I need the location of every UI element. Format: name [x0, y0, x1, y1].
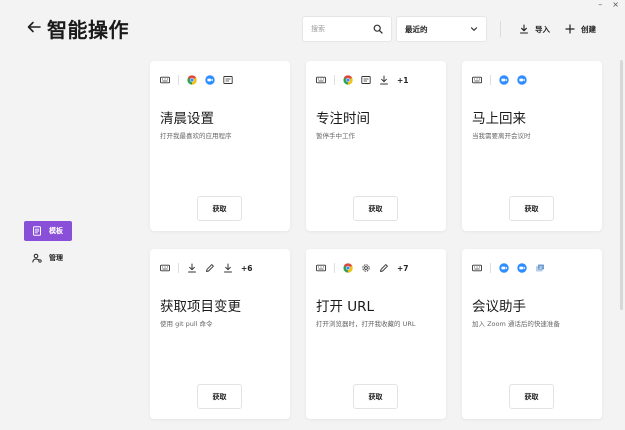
keyboard-icon [160, 76, 170, 84]
create-button[interactable]: 创建 [565, 21, 596, 37]
pencil-icon [380, 264, 388, 272]
sidebar-item-label: 管理 [49, 254, 63, 262]
template-card[interactable]: 清晨设置 打开我最喜欢的应用程序 获取 [150, 61, 290, 231]
chrome-icon [343, 75, 353, 85]
sort-selected-value: 最近的 [405, 24, 428, 34]
icon-separator [178, 263, 179, 273]
card-icon-row [472, 74, 527, 86]
import-label: 导入 [535, 24, 550, 34]
card-icon-row: +1 [316, 74, 409, 86]
icon-separator [490, 75, 491, 85]
page-title: 智能操作 [47, 18, 129, 42]
download-icon [224, 263, 232, 273]
card-title: 马上回来 [472, 111, 526, 127]
download-icon [519, 24, 529, 34]
card-icon-row: +6 [160, 262, 253, 274]
import-button[interactable]: 导入 [519, 21, 550, 37]
more-count: +7 [397, 263, 409, 273]
chrome-icon [343, 263, 353, 273]
template-card[interactable]: 马上回来 当我需要离开会议时 获取 [462, 61, 602, 231]
card-title: 打开 URL [316, 299, 375, 315]
keyboard-icon [316, 264, 326, 272]
sidebar-item-label: 模板 [49, 227, 63, 235]
template-card[interactable]: +7 打开 URL 打开浏览器时，打开我收藏的 URL 获取 [306, 249, 446, 419]
card-icon-row [472, 262, 545, 274]
sidebar-item-manage[interactable]: 管理 [24, 248, 72, 268]
get-button[interactable]: 获取 [197, 196, 242, 221]
sidebar-item-templates[interactable]: 模板 [24, 221, 72, 241]
get-button[interactable]: 获取 [509, 384, 554, 409]
chevron-down-icon [470, 27, 478, 31]
card-icon-row: +7 [316, 262, 409, 274]
window-icon [361, 76, 371, 84]
scrollbar[interactable] [620, 60, 623, 310]
card-description: 加入 Zoom 通话后的快速准备 [472, 320, 560, 328]
window-controls: – × [598, 0, 625, 10]
search-input[interactable] [311, 25, 371, 33]
template-card[interactable]: +1 专注时间 暂停手中工作 获取 [306, 61, 446, 231]
search-box[interactable] [302, 16, 392, 42]
get-button[interactable]: 获取 [509, 196, 554, 221]
keyboard-icon [472, 76, 482, 84]
sort-dropdown[interactable]: 最近的 [396, 16, 487, 42]
card-description: 暂停手中工作 [316, 132, 355, 140]
card-title: 获取项目变更 [160, 299, 241, 315]
app-window: – × 智能操作 最近的 导入 创建 [0, 0, 625, 430]
icon-separator [490, 263, 491, 273]
toolbar-divider [500, 21, 501, 37]
icon-separator [334, 75, 335, 85]
search-icon[interactable] [373, 24, 383, 34]
template-card[interactable]: +6 获取项目变更 使用 git pull 命令 获取 [150, 249, 290, 419]
zoom-icon [499, 75, 509, 85]
zoom-icon [517, 263, 527, 273]
card-title: 会议助手 [472, 299, 526, 315]
minimize-button[interactable]: – [598, 0, 602, 10]
pencil-icon [206, 264, 214, 272]
card-title: 专注时间 [316, 111, 370, 127]
get-button[interactable]: 获取 [353, 384, 398, 409]
keyboard-icon [160, 264, 170, 272]
get-button[interactable]: 获取 [353, 196, 398, 221]
card-description: 打开我最喜欢的应用程序 [160, 132, 232, 140]
icon-separator [334, 263, 335, 273]
more-count: +1 [397, 75, 409, 85]
arrow-left-icon [27, 21, 41, 33]
download-icon [188, 263, 196, 273]
keyboard-icon [316, 76, 326, 84]
chrome-icon [187, 75, 197, 85]
gear-icon [362, 264, 370, 272]
app-icon [536, 264, 544, 272]
back-button[interactable] [26, 19, 42, 35]
person-gear-icon [32, 253, 42, 263]
icon-separator [178, 75, 179, 85]
card-icon-row [160, 74, 233, 86]
template-icon [33, 226, 41, 236]
card-description: 当我需要离开会议时 [472, 132, 531, 140]
template-card[interactable]: 会议助手 加入 Zoom 通话后的快速准备 获取 [462, 249, 602, 419]
card-description: 使用 git pull 命令 [160, 320, 213, 328]
card-description: 打开浏览器时，打开我收藏的 URL [316, 320, 416, 328]
more-count: +6 [241, 263, 253, 273]
zoom-icon [499, 263, 509, 273]
download-icon [380, 75, 388, 85]
card-title: 清晨设置 [160, 111, 214, 127]
window-icon [223, 76, 233, 84]
keyboard-icon [472, 264, 482, 272]
zoom-icon [205, 75, 215, 85]
plus-icon [565, 24, 575, 34]
close-button[interactable]: × [612, 0, 619, 10]
get-button[interactable]: 获取 [197, 384, 242, 409]
zoom-icon [517, 75, 527, 85]
create-label: 创建 [581, 24, 596, 34]
